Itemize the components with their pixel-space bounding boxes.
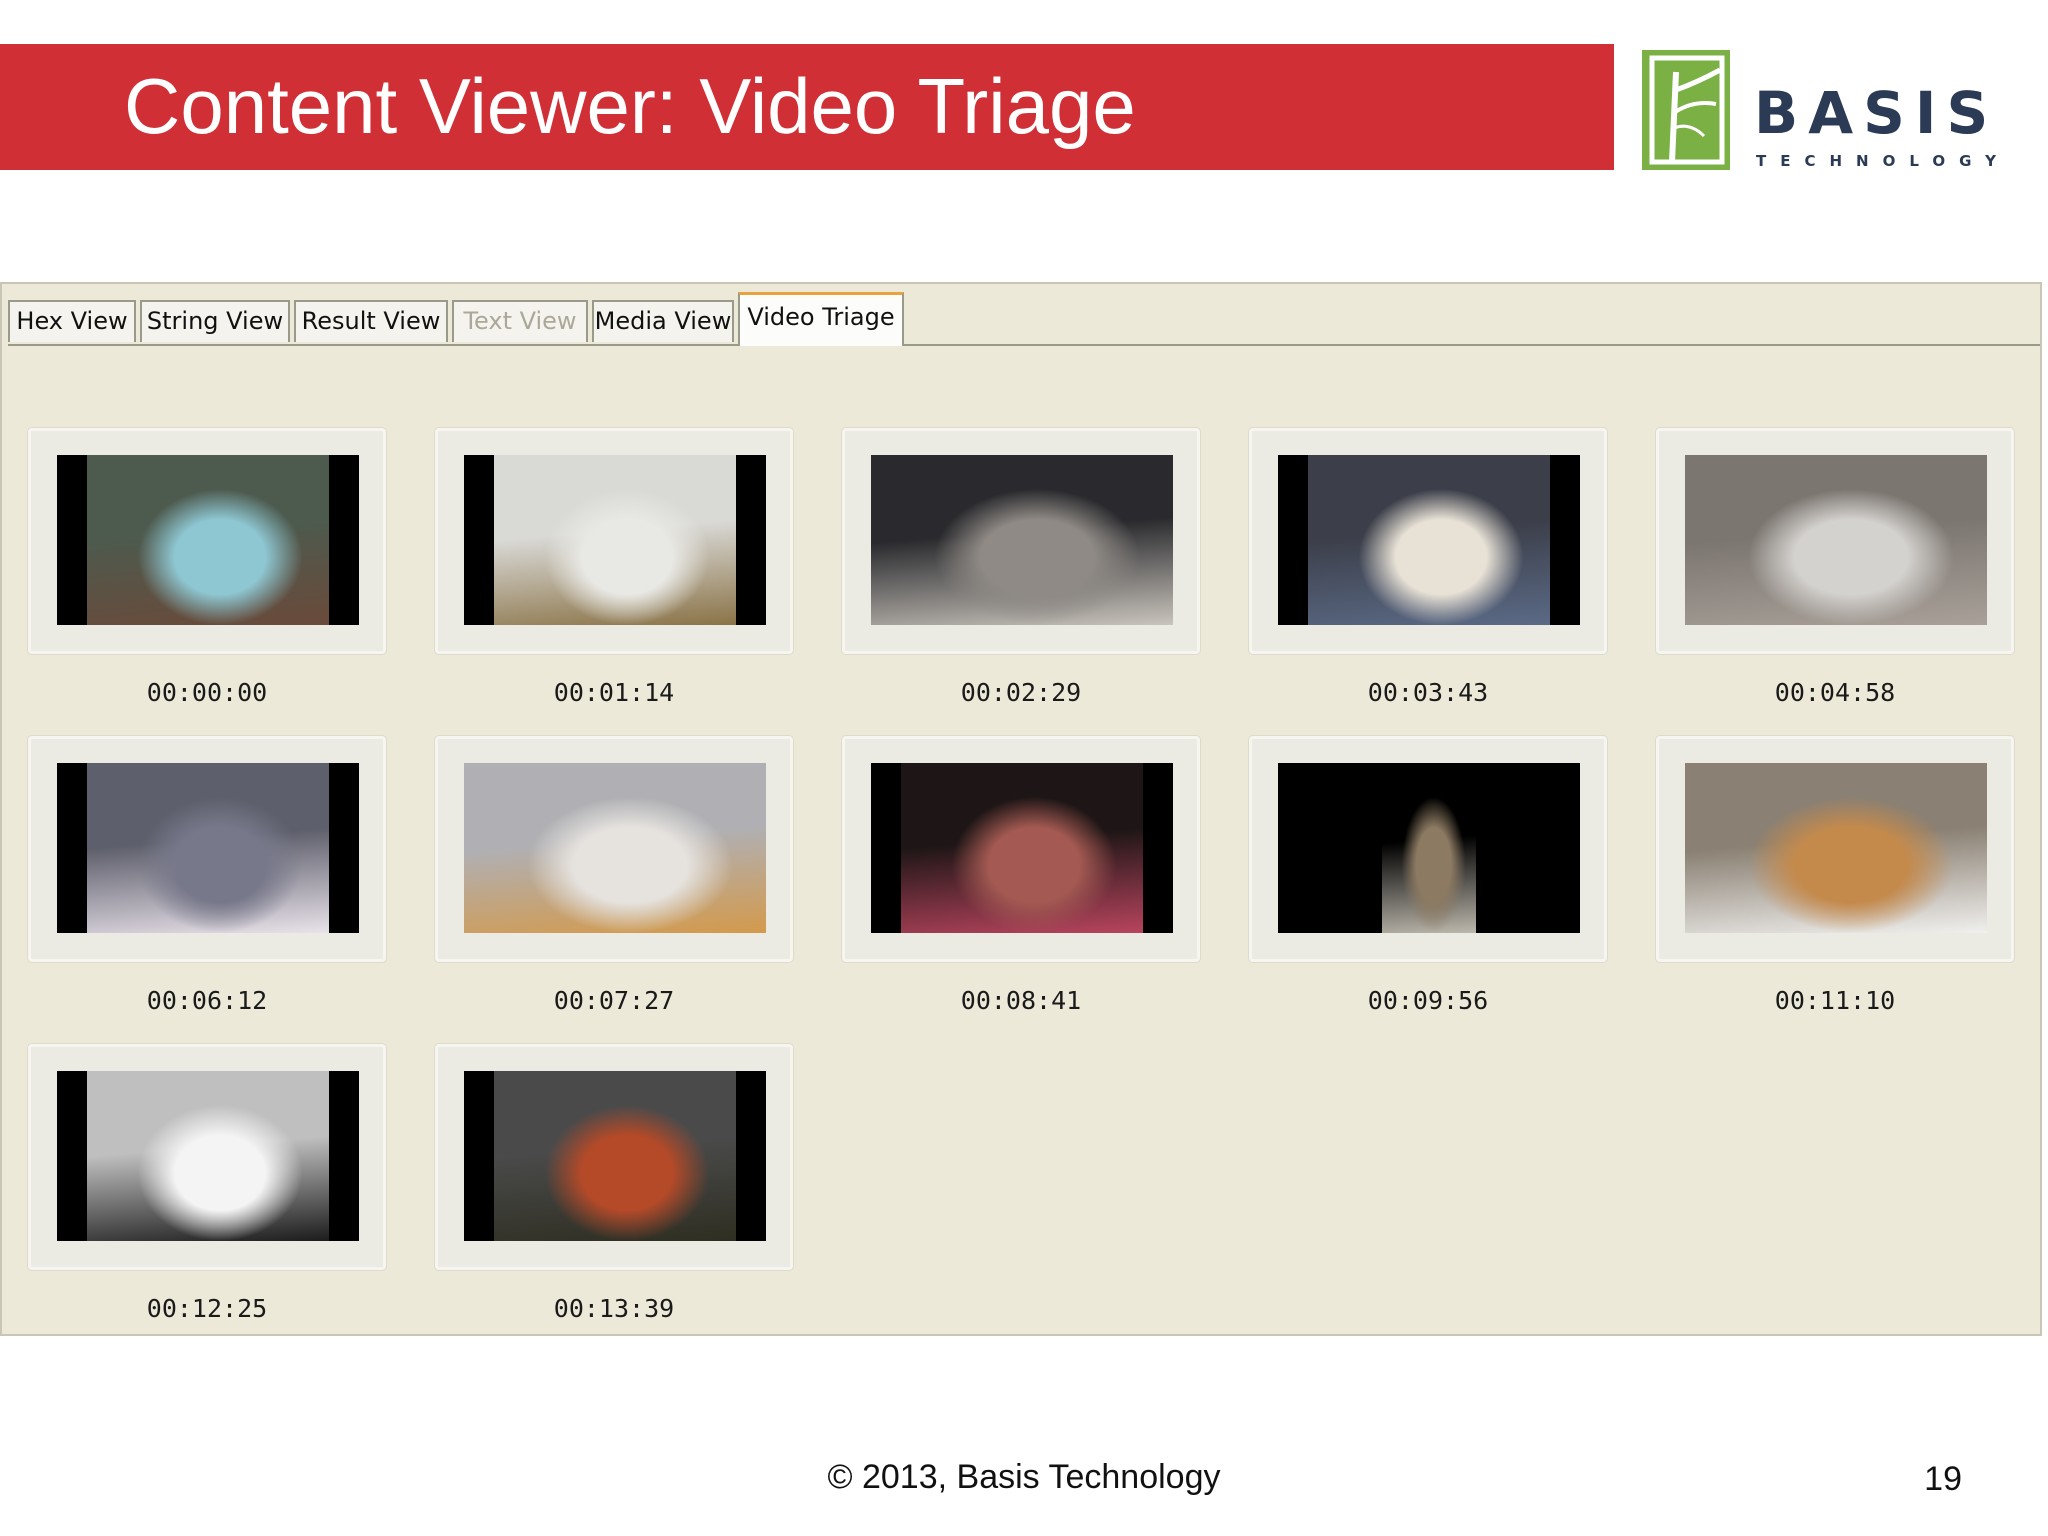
video-thumbnail[interactable] xyxy=(1249,428,1607,654)
thumbnail-timestamp: 00:13:39 xyxy=(553,1294,675,1323)
thumbnail-frame xyxy=(464,1071,766,1241)
thumbnail-timestamp: 00:04:58 xyxy=(1774,678,1896,707)
slide-page-number: 19 xyxy=(1924,1460,1962,1498)
thumbnail-scene xyxy=(901,763,1143,933)
tab-hex-view[interactable]: Hex View xyxy=(8,300,136,342)
tab-video-triage[interactable]: Video Triage xyxy=(738,292,904,346)
tab-string-view[interactable]: String View xyxy=(140,300,290,342)
video-thumbnail[interactable] xyxy=(1656,428,2014,654)
thumbnail-frame xyxy=(57,1071,359,1241)
thumbnail-scene xyxy=(464,763,766,933)
thumbnail-frame xyxy=(871,455,1173,625)
thumbnail-timestamp: 00:11:10 xyxy=(1774,986,1896,1015)
tab-media-view[interactable]: Media View xyxy=(592,300,734,342)
video-thumbnail[interactable] xyxy=(435,1044,793,1270)
video-thumbnail[interactable] xyxy=(28,736,386,962)
thumbnail-scene xyxy=(871,455,1173,625)
tab-result-view[interactable]: Result View xyxy=(294,300,448,342)
thumbnail-frame xyxy=(871,763,1173,933)
video-thumbnail[interactable] xyxy=(842,736,1200,962)
bamboo-logo-icon xyxy=(1642,50,1730,170)
thumbnail-frame xyxy=(1685,455,1987,625)
thumbnail-frame xyxy=(464,763,766,933)
thumbnail-scene xyxy=(494,1071,736,1241)
thumbnail-frame xyxy=(1685,763,1987,933)
thumbnail-scene xyxy=(494,455,736,625)
thumbnail-frame xyxy=(57,763,359,933)
thumbnail-timestamp: 00:02:29 xyxy=(960,678,1082,707)
slide-footer-copyright: © 2013, Basis Technology xyxy=(827,1458,1221,1496)
thumbnail-timestamp: 00:12:25 xyxy=(146,1294,268,1323)
thumbnail-scene xyxy=(87,1071,329,1241)
thumbnail-frame xyxy=(1278,763,1580,933)
slide-title-bar: Content Viewer: Video Triage xyxy=(0,44,1614,170)
logo-wordmark: BASIS xyxy=(1754,79,1999,147)
thumbnail-scene xyxy=(87,455,329,625)
video-thumbnail[interactable] xyxy=(28,428,386,654)
video-thumbnail[interactable] xyxy=(435,736,793,962)
content-viewer-panel: Hex View String View Result View Text Vi… xyxy=(0,282,2042,1336)
basis-technology-logo: BASIS TECHNOLOGY xyxy=(1640,48,2000,180)
logo-tagline: TECHNOLOGY xyxy=(1756,152,2010,170)
video-thumbnail[interactable] xyxy=(842,428,1200,654)
video-thumbnail[interactable] xyxy=(1249,736,1607,962)
thumbnail-timestamp: 00:00:00 xyxy=(146,678,268,707)
thumbnail-timestamp: 00:06:12 xyxy=(146,986,268,1015)
thumbnail-scene xyxy=(1308,455,1550,625)
thumbnail-timestamp: 00:09:56 xyxy=(1367,986,1489,1015)
video-thumbnail[interactable] xyxy=(28,1044,386,1270)
thumbnail-frame xyxy=(1278,455,1580,625)
thumbnail-timestamp: 00:07:27 xyxy=(553,986,675,1015)
video-thumbnail[interactable] xyxy=(1656,736,2014,962)
tab-text-view[interactable]: Text View xyxy=(452,300,588,342)
slide-title: Content Viewer: Video Triage xyxy=(124,62,1136,150)
thumbnail-timestamp: 00:03:43 xyxy=(1367,678,1489,707)
thumbnail-scene xyxy=(1685,455,1987,625)
thumbnail-frame xyxy=(464,455,766,625)
thumbnail-frame xyxy=(57,455,359,625)
thumbnail-scene xyxy=(1685,763,1987,933)
thumbnail-timestamp: 00:01:14 xyxy=(553,678,675,707)
tab-strip: Hex View String View Result View Text Vi… xyxy=(8,290,2040,346)
video-thumbnail[interactable] xyxy=(435,428,793,654)
thumbnail-timestamp: 00:08:41 xyxy=(960,986,1082,1015)
thumbnail-scene xyxy=(87,763,329,933)
thumbnail-scene xyxy=(1382,763,1476,933)
